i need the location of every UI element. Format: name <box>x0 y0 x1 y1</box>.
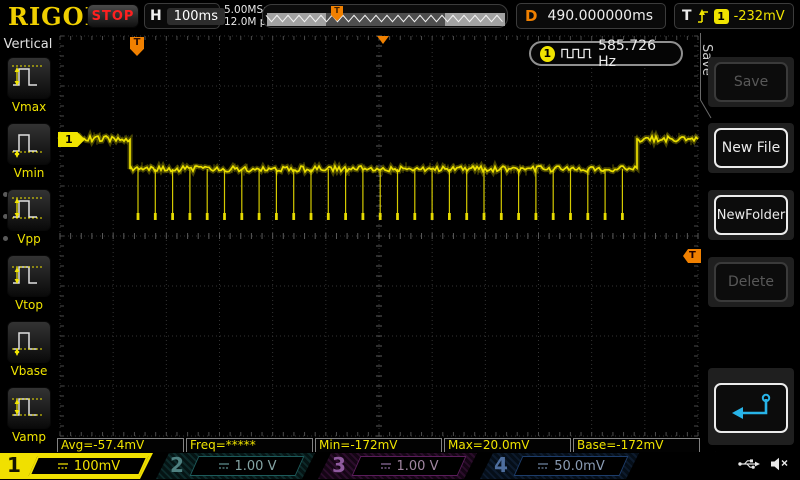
trigger-source-badge: 1 <box>713 8 729 24</box>
channel-scale: 100mV <box>73 458 121 474</box>
sidebar-title: Vertical <box>3 37 53 52</box>
sidebar-item-vamp[interactable]: Vamp <box>5 387 53 444</box>
timebase-value: 100ms <box>166 7 225 25</box>
vmin-icon <box>11 124 47 164</box>
run-state-badge[interactable]: STOP <box>87 4 139 28</box>
channel-number: 1 <box>7 453 21 477</box>
frequency-counter: 1 585.726 Hz <box>529 38 683 70</box>
new-folder-button[interactable]: NewFolder <box>714 195 788 235</box>
trigger-box[interactable]: T 1 -232mV <box>674 3 794 29</box>
channel-scale: 1.00 V <box>234 458 277 474</box>
status-icons <box>737 457 790 471</box>
sidebar-item-label: Vmin <box>13 166 45 180</box>
channel-number: 2 <box>170 453 184 477</box>
delay-box[interactable]: D 490.000000ms <box>516 3 666 29</box>
sidebar-item-label: Vtop <box>15 298 43 312</box>
dc-coupling-icon <box>537 461 549 471</box>
delay-value: 490.000000ms <box>547 8 653 24</box>
top-status-bar: RIGOL STOP H 100ms 5.00MSa/s 12.0M pts T… <box>0 0 800 32</box>
channel-scale: 50.0mV <box>554 458 605 474</box>
measurement-min: Min=-172mV <box>315 438 442 453</box>
sidebar-item-vtop[interactable]: Vtop <box>5 255 53 312</box>
vmax-icon <box>11 58 47 98</box>
save-button[interactable]: Save <box>714 62 788 102</box>
trigger-level-marker[interactable]: T <box>683 249 701 263</box>
channel-1-tab[interactable]: 1 100mV <box>0 453 153 479</box>
oscilloscope-screen: RIGOL STOP H 100ms 5.00MSa/s 12.0M pts T… <box>0 0 800 480</box>
horizontal-label: H <box>150 8 162 24</box>
vpp-icon <box>11 190 47 230</box>
sound-muted-icon[interactable] <box>770 457 790 471</box>
sidebar-item-vpp[interactable]: Vpp <box>5 189 53 246</box>
channel-2-tab[interactable]: 2 1.00 V <box>156 453 315 479</box>
trigger-position-flag-icon[interactable]: T <box>130 37 144 56</box>
channel-4-tab[interactable]: 4 50.0mV <box>480 453 639 479</box>
sidebar-item-label: Vmax <box>11 100 47 114</box>
trigger-label: T <box>682 8 692 24</box>
vbase-icon <box>11 322 47 362</box>
channel-number: 3 <box>332 453 346 477</box>
dc-coupling-icon <box>380 461 392 471</box>
sidebar-item-vmax[interactable]: Vmax <box>5 57 53 114</box>
measurement-base: Base=-172mV <box>573 438 700 453</box>
delete-button[interactable]: Delete <box>714 262 788 302</box>
delay-label: D <box>525 7 538 25</box>
usb-icon <box>738 459 760 469</box>
dc-coupling-icon <box>57 461 69 471</box>
channel-3-tab[interactable]: 3 1.00 V <box>318 453 477 479</box>
sidebar-item-label: Vbase <box>10 364 48 378</box>
waveform-display <box>57 14 717 480</box>
sidebar-item-label: Vamp <box>12 430 46 444</box>
counter-frequency-value: 585.726 Hz <box>598 37 656 70</box>
square-wave-icon <box>561 48 592 59</box>
back-button[interactable] <box>714 383 788 433</box>
trigger-level-value: -232mV <box>733 8 785 24</box>
new-file-button[interactable]: New File <box>714 128 788 168</box>
channel-1-position-marker[interactable]: 1 <box>58 132 85 147</box>
measurement-freq: Freq=***** <box>186 438 313 453</box>
sidebar-item-vmin[interactable]: Vmin <box>5 123 53 180</box>
rising-edge-icon <box>697 9 708 23</box>
vamp-icon <box>11 388 47 428</box>
sidebar-item-label: Vpp <box>17 232 41 246</box>
sidebar-item-vbase[interactable]: Vbase <box>5 321 53 378</box>
channel-status-bar: 1 100mV 2 1.00 V 3 1.00 V 4 50.0mV <box>0 452 800 480</box>
horizontal-timebase-box[interactable]: H 100ms <box>144 3 225 29</box>
measurement-avg: Avg=-57.4mV <box>57 438 184 453</box>
vtop-icon <box>11 256 47 296</box>
counter-channel-badge: 1 <box>540 45 555 62</box>
measurement-max: Max=20.0mV <box>444 438 571 453</box>
channel-scale: 1.00 V <box>396 458 439 474</box>
return-arrow-icon <box>732 393 771 419</box>
dc-coupling-icon <box>218 461 230 471</box>
channel-number: 4 <box>494 453 508 477</box>
display-center-marker-icon <box>377 36 389 44</box>
memory-position-bar[interactable] <box>262 4 508 28</box>
display-window-segment[interactable] <box>326 13 445 26</box>
